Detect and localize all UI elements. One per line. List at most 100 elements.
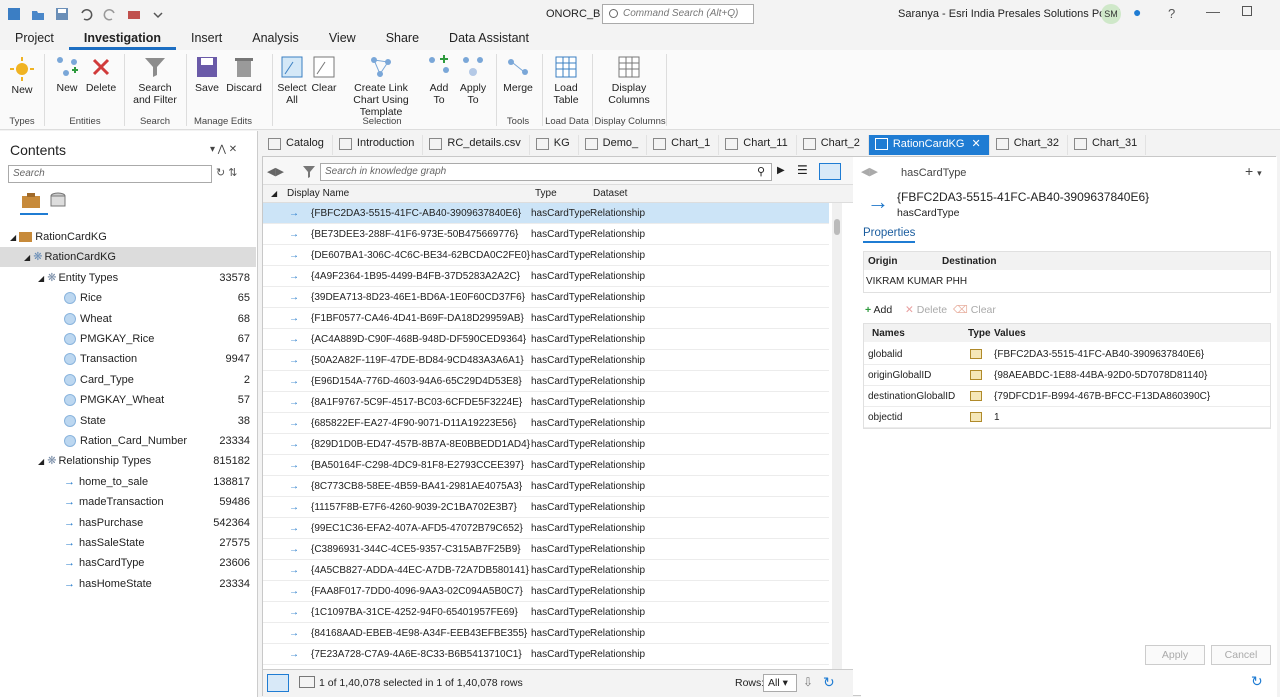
contents-search-input[interactable]: Search	[8, 165, 212, 183]
table-row[interactable]: → {685822EF-EA27-4F90-9071-D11A19223E56} h…	[263, 413, 829, 434]
menu-icon[interactable]: ☰	[797, 163, 808, 177]
detail-nav-icon[interactable]: ◀▶	[861, 165, 878, 178]
table-row[interactable]: → {BA50164F-C298-4DC9-81F8-E2793CCEE397} h…	[263, 455, 829, 476]
undo-icon[interactable]	[78, 6, 94, 22]
column-type[interactable]: Type	[535, 188, 557, 199]
tree-item[interactable]: PMGKAY_Rice 67	[0, 329, 256, 349]
run-search-icon[interactable]: ▶	[777, 165, 785, 176]
table-row[interactable]: → {AC4A889D-C90F-468B-948D-DF590CED9364} h…	[263, 329, 829, 350]
search-icon[interactable]: ⚲	[757, 165, 765, 178]
minimize-icon[interactable]: —	[1206, 3, 1220, 19]
tree-item[interactable]: → hasSaleState 27575	[0, 533, 256, 553]
tree-item[interactable]: → hasPurchase 542364	[0, 513, 256, 533]
pane-options-icon[interactable]: ▾ ⋀ ✕	[210, 144, 237, 155]
view-tab[interactable]: Demo_	[579, 135, 648, 155]
expand-icon[interactable]: ◢	[38, 457, 44, 466]
help-icon[interactable]: ?	[1168, 6, 1175, 21]
tab-properties[interactable]: Properties	[863, 227, 916, 243]
delete-button[interactable]: Delete	[84, 54, 118, 94]
save-button[interactable]: Save	[192, 54, 222, 94]
merge-button[interactable]: Merge	[500, 54, 536, 94]
property-row[interactable]: originGlobalID {98AEABDC-1E88-44BA-92D0-5…	[864, 365, 1270, 386]
download-icon[interactable]: ⇩	[803, 675, 813, 689]
tree-item[interactable]: State 38	[0, 411, 256, 431]
property-row[interactable]: destinationGlobalID {79DFCD1F-B994-467B-B…	[864, 386, 1270, 407]
table-row[interactable]: → {FAA8F017-7DD0-4096-9AA3-02C094A5B0C7} h…	[263, 581, 829, 602]
view-tab[interactable]: RC_details.csv	[423, 135, 530, 155]
column-dataset[interactable]: Dataset	[593, 188, 627, 199]
column-display-name[interactable]: Display Name	[287, 188, 349, 199]
tree-item[interactable]: → madeTransaction 59486	[0, 492, 256, 512]
view-tab[interactable]: Chart_32	[990, 135, 1068, 155]
toolbox-icon[interactable]	[126, 6, 142, 22]
filter-toggle-icon[interactable]	[301, 163, 317, 179]
table-row[interactable]: → {84168AAD-EBEB-4E98-A34F-EEB43EFBE355} h…	[263, 623, 829, 644]
search-filter-button[interactable]: Search and Filter	[130, 54, 180, 106]
table-row[interactable]: → {4A5CB827-ADDA-44EC-A7DB-72A7DB580141} h…	[263, 560, 829, 581]
view-tab[interactable]: Chart_11	[719, 135, 797, 155]
property-row[interactable]: objectid 1	[864, 407, 1270, 428]
tree-item[interactable]: Ration_Card_Number 23334	[0, 431, 256, 451]
list-scrollbar[interactable]	[832, 203, 842, 669]
expand-icon[interactable]: ◢	[24, 253, 30, 262]
tab-insert[interactable]: Insert	[176, 28, 237, 50]
show-selected-icon[interactable]	[299, 676, 315, 688]
new-entity-button[interactable]: New	[52, 54, 82, 94]
refresh-icon[interactable]: ↻ ⇅	[216, 166, 252, 182]
tree-item[interactable]: → hasCardType 23606	[0, 553, 256, 573]
save-project-icon[interactable]	[54, 6, 70, 22]
tab-investigation[interactable]: Investigation	[68, 28, 176, 50]
restore-icon[interactable]	[1242, 6, 1252, 16]
refresh-detail-icon[interactable]: ↻	[1251, 673, 1263, 690]
table-row[interactable]: → {C3896931-344C-4CE5-9357-C315AB7F25B9} h…	[263, 539, 829, 560]
table-row[interactable]: → {50A2A82F-119F-47DE-BD84-9CD483A3A6A1} h…	[263, 350, 829, 371]
detail-add-icon[interactable]: + ▾	[1245, 163, 1262, 179]
view-tab[interactable]: Introduction	[333, 135, 424, 155]
view-tab[interactable]: Catalog	[262, 135, 333, 155]
new-button[interactable]: New	[6, 56, 38, 96]
tree-item[interactable]: Transaction 9947	[0, 349, 256, 369]
tree-item[interactable]: → hasHomeState 23334	[0, 574, 256, 594]
open-icon[interactable]	[30, 6, 46, 22]
view-tab[interactable]: Chart_2	[797, 135, 869, 155]
table-row[interactable]: → {7E23A728-C7A9-4A6E-8C33-B6B5413710C1} h…	[263, 644, 829, 665]
table-row[interactable]: → {8C773CB8-58EE-4B59-BA41-2981AE4075A3} h…	[263, 476, 829, 497]
tab-project[interactable]: Project	[0, 28, 69, 50]
tab-share[interactable]: Share	[371, 28, 434, 50]
load-table-button[interactable]: Load Table	[546, 54, 586, 106]
notifications-icon[interactable]: ●	[1133, 4, 1141, 20]
apply-to-button[interactable]: Apply To	[456, 54, 490, 106]
knowledge-graph-search-input[interactable]: Search in knowledge graph	[320, 163, 772, 181]
tree-item[interactable]: ◢ ❋ Entity Types 33578	[0, 268, 256, 288]
table-row[interactable]: → {99EC1C36-EFA2-407A-AFD5-47072B79C652} h…	[263, 518, 829, 539]
table-row[interactable]: → {FBFC2DA3-5515-41FC-AB40-3909637840E6} h…	[263, 203, 829, 224]
table-row[interactable]: → {39DEA713-8D23-46E1-BD6A-1E0F60CD37F6} h…	[263, 287, 829, 308]
redo-icon[interactable]	[102, 6, 118, 22]
select-all-button[interactable]: Select All	[276, 54, 308, 106]
user-portal[interactable]: Saranya - Esri India Presales Solutions …	[898, 8, 1121, 20]
delete-property-button[interactable]: ✕ Delete	[905, 304, 947, 316]
view-tab[interactable]: KG	[530, 135, 579, 155]
tree-item[interactable]: PMGKAY_Wheat 57	[0, 390, 256, 410]
rows-select[interactable]: All ▾	[763, 674, 797, 692]
view-tab[interactable]: RationCardKG ✕	[868, 135, 990, 155]
list-by-type-icon[interactable]	[20, 191, 42, 211]
clear-button[interactable]: Clear	[310, 54, 338, 94]
tab-analysis[interactable]: Analysis	[237, 28, 314, 50]
tree-item[interactable]: Rice 65	[0, 288, 256, 308]
tree-item[interactable]: ◢ ❋ RationCardKG	[0, 247, 256, 268]
origin-value[interactable]: VIKRAM KUMAR PHH	[866, 276, 967, 287]
table-row[interactable]: → {11157F8B-E7F6-4260-9039-2C1BA702E3B7} h…	[263, 497, 829, 518]
table-row[interactable]: → {1C1097BA-31CE-4252-94F0-65401957FE69} h…	[263, 602, 829, 623]
view-tab[interactable]: Chart_31	[1068, 135, 1147, 155]
table-row[interactable]: → {DE607BA1-306C-4C6C-BE34-62BCDA0C2FE0} h…	[263, 245, 829, 266]
table-row[interactable]: → {8A1F9767-5C9F-4517-BC03-6CFDE5F3224E} h…	[263, 392, 829, 413]
show-all-icon[interactable]	[267, 674, 289, 692]
property-row[interactable]: globalid {FBFC2DA3-5515-41FC-AB40-3909637…	[864, 344, 1270, 365]
tree-item[interactable]: Card_Type 2	[0, 370, 256, 390]
tree-item[interactable]: ◢ ❋ Relationship Types 815182	[0, 451, 256, 471]
table-row[interactable]: → {829D1D0B-ED47-457B-8B7A-8E0BBEDD1AD4} h…	[263, 434, 829, 455]
table-row[interactable]: → {E96D154A-776D-4603-94A6-65C29D4D53E8} h…	[263, 371, 829, 392]
tab-view[interactable]: View	[314, 28, 371, 50]
create-link-chart-button[interactable]: Create Link Chart Using Template	[340, 54, 422, 118]
